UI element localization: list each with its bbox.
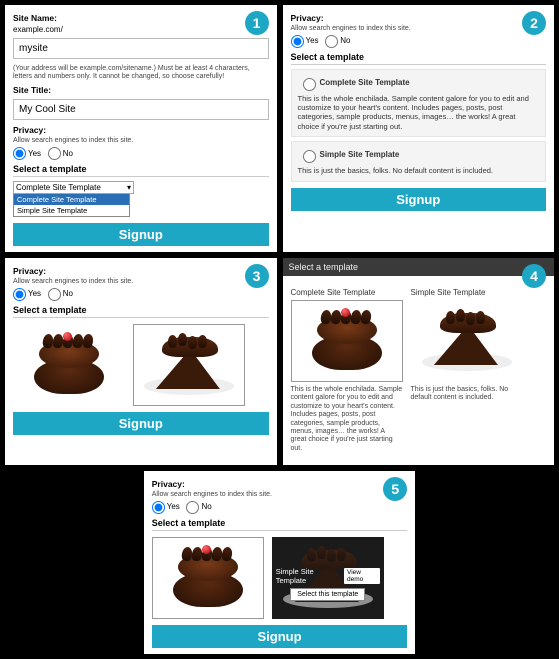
template-thumb-complete[interactable] bbox=[152, 537, 264, 619]
privacy-label: Privacy: bbox=[13, 125, 269, 135]
privacy-no-radio[interactable] bbox=[48, 147, 61, 160]
signup-button[interactable]: Signup bbox=[291, 188, 547, 211]
step-badge: 2 bbox=[522, 11, 546, 35]
privacy-help: Allow search engines to index this site. bbox=[291, 25, 547, 33]
panel-5: 5 Privacy: Allow search engines to index… bbox=[143, 470, 417, 655]
site-name-input[interactable] bbox=[13, 38, 269, 59]
privacy-yes[interactable]: Yes bbox=[291, 36, 319, 45]
select-template-heading: Select a template bbox=[13, 305, 269, 318]
privacy-help: Allow search engines to index this site. bbox=[13, 137, 269, 145]
privacy-label: Privacy: bbox=[291, 13, 547, 23]
privacy-no[interactable]: No bbox=[48, 289, 73, 298]
privacy-no[interactable]: No bbox=[325, 36, 350, 45]
signup-button[interactable]: Signup bbox=[13, 223, 269, 246]
view-demo-button[interactable]: View demo bbox=[344, 568, 380, 584]
select-template-button[interactable]: Select this template bbox=[290, 588, 365, 601]
template-radio-complete[interactable] bbox=[303, 78, 316, 91]
url-prefix: example.com/ bbox=[13, 25, 269, 34]
privacy-help: Allow search engines to index this site. bbox=[152, 491, 408, 499]
template-desc-complete: This is the whole enchilada. Sample cont… bbox=[291, 386, 403, 453]
select-template-heading: Select a template bbox=[291, 52, 547, 65]
signup-button[interactable]: Signup bbox=[13, 412, 269, 435]
address-help: (Your address will be example.com/sitena… bbox=[13, 65, 269, 80]
template-thumb-simple-hover[interactable]: Simple Site Template View demo Select th… bbox=[272, 537, 384, 619]
privacy-no-radio[interactable] bbox=[325, 35, 338, 48]
template-thumb-simple[interactable] bbox=[133, 324, 245, 406]
privacy-yes-radio[interactable] bbox=[291, 35, 304, 48]
template-caption-complete: Complete Site Template bbox=[291, 288, 403, 297]
privacy-label: Privacy: bbox=[152, 479, 408, 489]
select-template-heading: Select a template bbox=[152, 518, 408, 531]
step-badge: 1 bbox=[245, 11, 269, 35]
cake-slice-icon bbox=[420, 309, 514, 373]
panel-3: 3 Privacy: Allow search engines to index… bbox=[4, 257, 278, 466]
privacy-yes-radio[interactable] bbox=[152, 501, 165, 514]
select-template-heading: Select a template bbox=[13, 164, 269, 177]
privacy-no-radio[interactable] bbox=[186, 501, 199, 514]
cake-round-icon bbox=[168, 545, 248, 611]
panel-1: 1 Site Name: example.com/ (Your address … bbox=[4, 4, 278, 253]
template-col-simple: Simple Site Template This is just the ba… bbox=[411, 288, 523, 453]
privacy-help: Allow search engines to index this site. bbox=[13, 278, 269, 286]
template-card-simple[interactable]: Simple Site Template This is just the ba… bbox=[291, 141, 547, 181]
template-thumbs bbox=[13, 324, 269, 406]
privacy-no[interactable]: No bbox=[48, 149, 73, 158]
template-select[interactable]: Complete Site Template ▾ bbox=[13, 181, 134, 194]
step-badge: 3 bbox=[245, 264, 269, 288]
template-overlay: Simple Site Template View demo Select th… bbox=[276, 567, 380, 601]
privacy-yes[interactable]: Yes bbox=[152, 502, 180, 511]
chevron-down-icon: ▾ bbox=[127, 183, 131, 192]
privacy-radios: Yes No bbox=[152, 501, 408, 514]
template-desc-simple: This is just the basics, folks. No defau… bbox=[298, 166, 540, 175]
panel-2: 2 Privacy: Allow search engines to index… bbox=[282, 4, 556, 253]
template-thumbs: Simple Site Template View demo Select th… bbox=[152, 537, 408, 619]
cake-round-icon bbox=[29, 332, 109, 398]
cake-slice-icon bbox=[142, 333, 236, 397]
privacy-yes-radio[interactable] bbox=[13, 288, 26, 301]
privacy-radios: Yes No bbox=[13, 147, 269, 160]
privacy-radios: Yes No bbox=[291, 35, 547, 48]
template-thumb-simple[interactable] bbox=[411, 300, 523, 382]
privacy-yes[interactable]: Yes bbox=[13, 149, 41, 158]
site-name-label: Site Name: bbox=[13, 13, 269, 23]
step-badge: 4 bbox=[522, 264, 546, 288]
template-thumb-complete[interactable] bbox=[291, 300, 403, 382]
template-caption-simple: Simple Site Template bbox=[411, 288, 523, 297]
signup-button[interactable]: Signup bbox=[152, 625, 408, 648]
template-thumbs: Complete Site Template This is the whole… bbox=[291, 288, 547, 453]
template-option-complete[interactable]: Complete Site Template bbox=[14, 194, 129, 205]
site-title-input[interactable] bbox=[13, 99, 269, 120]
privacy-no-radio[interactable] bbox=[48, 288, 61, 301]
privacy-no[interactable]: No bbox=[186, 502, 211, 511]
template-desc-complete: This is the whole enchilada. Sample cont… bbox=[298, 94, 540, 132]
template-thumb-complete[interactable] bbox=[13, 324, 125, 406]
template-radio-simple[interactable] bbox=[303, 150, 316, 163]
template-col-complete: Complete Site Template This is the whole… bbox=[291, 288, 403, 453]
site-title-label: Site Title: bbox=[13, 85, 269, 95]
template-desc-simple: This is just the basics, folks. No defau… bbox=[411, 386, 523, 403]
privacy-yes-radio[interactable] bbox=[13, 147, 26, 160]
template-select-options: Complete Site Template Simple Site Templ… bbox=[13, 193, 130, 217]
panel-4: 4 Select a template Complete Site Templa… bbox=[282, 257, 556, 466]
cake-round-icon bbox=[307, 308, 387, 374]
template-card-complete[interactable]: Complete Site Template This is the whole… bbox=[291, 69, 547, 138]
template-option-simple[interactable]: Simple Site Template bbox=[14, 205, 129, 216]
privacy-radios: Yes No bbox=[13, 288, 269, 301]
privacy-label: Privacy: bbox=[13, 266, 269, 276]
privacy-yes[interactable]: Yes bbox=[13, 289, 41, 298]
select-template-heading: Select a template bbox=[283, 258, 555, 276]
